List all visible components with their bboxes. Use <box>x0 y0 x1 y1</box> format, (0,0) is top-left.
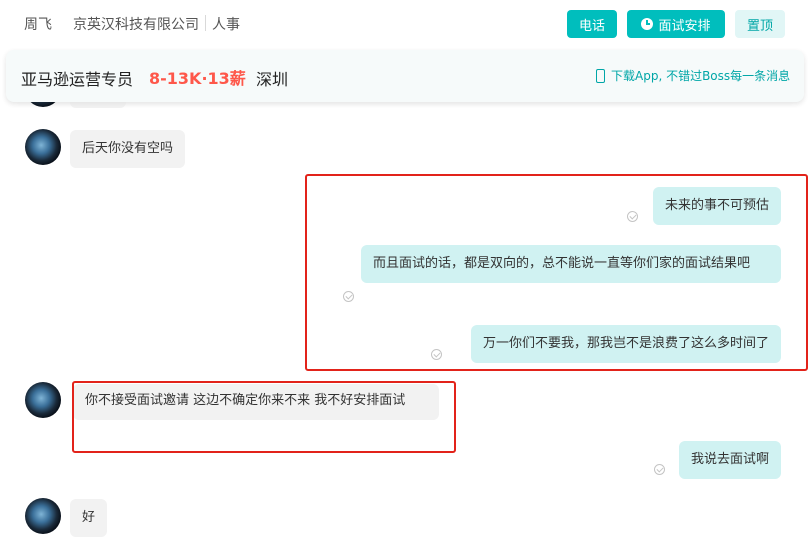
contact-name: 周飞 <box>24 17 52 33</box>
interview-schedule-button[interactable]: 面试安排 <box>627 10 725 38</box>
company-name: 京英汉科技有限公司 <box>73 17 199 33</box>
message-bubble: 后天你没有空吗 <box>70 130 186 168</box>
call-button[interactable]: 电话 <box>567 10 617 38</box>
pin-button-label: 置顶 <box>746 18 773 34</box>
divider <box>205 15 206 31</box>
chat-header: 周飞 京英汉科技有限公司 人事 电话 面试安排 置顶 <box>0 0 810 46</box>
avatar[interactable] <box>25 71 61 107</box>
message-bubble-partial <box>70 74 126 108</box>
message-bubble: 我说去面试啊 <box>678 441 781 479</box>
avatar[interactable] <box>25 129 61 165</box>
avatar[interactable] <box>25 382 61 418</box>
call-button-label: 电话 <box>578 18 605 34</box>
interview-button-label: 面试安排 <box>658 18 711 34</box>
job-salary: 8-13K·13薪 <box>149 69 246 88</box>
highlight-box <box>305 174 808 371</box>
message-text: 后天你没有空吗 <box>82 141 174 156</box>
job-city: 深圳 <box>256 70 289 89</box>
highlight-box <box>72 381 456 453</box>
download-app-text: 下载App, 不错过Boss每一条消息 <box>611 69 791 83</box>
avatar[interactable] <box>25 498 61 534</box>
phone-icon <box>596 68 605 83</box>
pin-top-button[interactable]: 置顶 <box>735 10 785 38</box>
read-check-icon <box>654 464 665 475</box>
message-text: 我说去面试啊 <box>690 452 769 467</box>
contact-role: 人事 <box>212 17 240 33</box>
clock-icon <box>641 18 654 30</box>
message-text: 好 <box>82 510 96 525</box>
message-bubble: 好 <box>70 499 108 537</box>
download-app-link[interactable]: 下载App, 不错过Boss每一条消息 <box>596 67 790 84</box>
